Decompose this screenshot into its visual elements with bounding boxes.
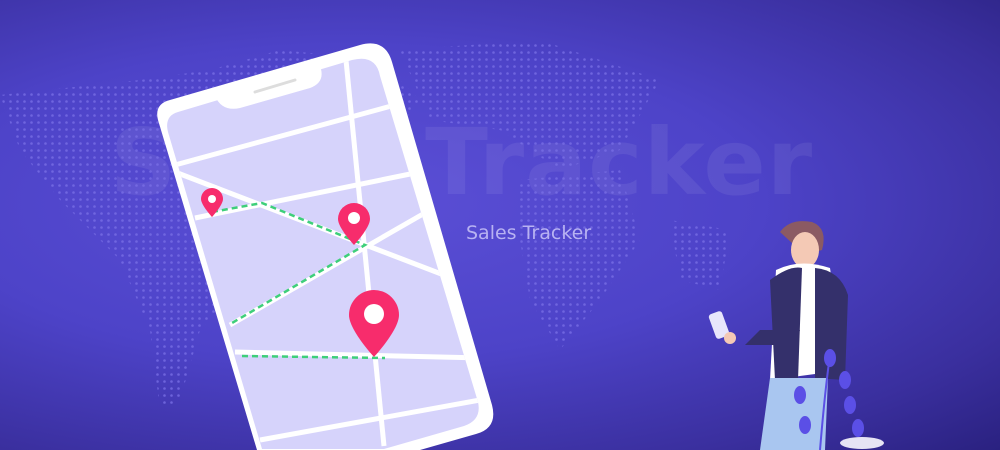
subtitle: Sales Tracker [466, 222, 592, 244]
person-with-phone [708, 221, 848, 450]
